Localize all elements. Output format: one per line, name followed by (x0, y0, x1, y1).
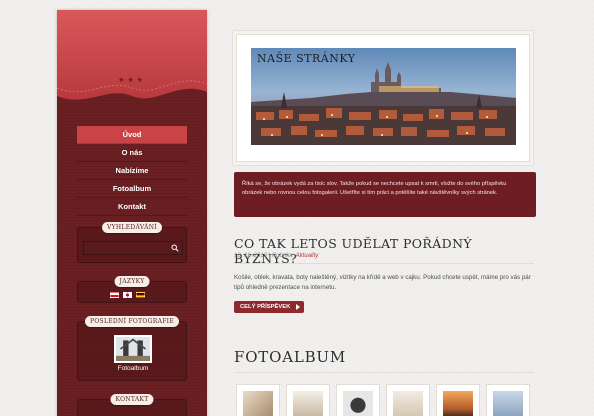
gallery-item[interactable] (436, 384, 480, 416)
latest-photo-caption[interactable]: Fotoalbum (78, 365, 188, 372)
header-banner-frame: NAŠE STRÁNKY (236, 34, 530, 162)
banner-title: NAŠE STRÁNKY (257, 52, 356, 65)
latest-photo-thumbnail[interactable] (114, 335, 152, 363)
post-title[interactable]: CO TAK LETOS UDĚLAT POŘÁDNÝ BYZNYS? (234, 236, 534, 266)
intro-info-box: Říká se, že obrázek vydá za tisíc slov. … (234, 172, 536, 217)
flag-cz-icon[interactable] (110, 292, 119, 298)
nav-item-fotoalbum[interactable]: Fotoalbum (77, 180, 187, 198)
gallery-item[interactable] (386, 384, 430, 416)
languages-widget-title: JAZYKY (114, 276, 150, 287)
gallery-grid (236, 384, 530, 416)
gallery-image (243, 391, 273, 416)
sidebar: ★★★ Úvod O nás Nabízíme Fotoalbum Kontak… (57, 10, 207, 416)
gallery-section-title: FOTOALBUM (234, 348, 347, 366)
nav-item-uvod[interactable]: Úvod (77, 126, 187, 144)
gallery-image (293, 391, 323, 416)
flag-de-icon[interactable] (136, 292, 145, 298)
sidebar-header-wave (57, 10, 207, 100)
gallery-image (443, 391, 473, 416)
post-meta: 12. 11. 2013 | Rubrika: Aktuality (234, 253, 318, 259)
language-flags (110, 292, 145, 298)
gallery-item[interactable] (336, 384, 380, 416)
nav-item-o-nas[interactable]: O nás (77, 144, 187, 162)
search-widget: VYHLEDÁVÁNÍ (77, 222, 187, 263)
search-widget-title: VYHLEDÁVÁNÍ (102, 222, 162, 233)
gallery-divider (234, 372, 534, 373)
gallery-image (493, 391, 523, 416)
post-category-label: | Rubrika: (266, 253, 296, 259)
flag-jp-icon[interactable] (123, 292, 132, 298)
latest-photos-widget: POSLEDNÍ FOTOGRAFIE Fotoalbum (77, 316, 188, 381)
gallery-item[interactable] (286, 384, 330, 416)
contact-widget-title: KONTAKT (110, 394, 154, 405)
gallery-image (343, 391, 373, 416)
read-more-label: CELÝ PŘÍSPĚVEK (240, 304, 291, 310)
decor-stars: ★★★ (118, 76, 146, 84)
gallery-item[interactable] (486, 384, 530, 416)
post-date: 12. 11. 2013 (234, 253, 267, 259)
search-box (83, 241, 183, 260)
languages-widget: JAZYKY (77, 276, 187, 303)
header-banner-image: NAŠE STRÁNKY (251, 48, 516, 145)
nav-item-nabizime[interactable]: Nabízíme (77, 162, 187, 180)
contact-widget: KONTAKT (77, 394, 187, 416)
main-nav: Úvod O nás Nabízíme Fotoalbum Kontakt (77, 126, 187, 216)
post-category-link[interactable]: Aktuality (296, 253, 319, 259)
search-input[interactable] (84, 248, 169, 260)
nav-item-kontakt[interactable]: Kontakt (77, 198, 187, 216)
post-divider (234, 263, 534, 264)
latest-photos-widget-title: POSLEDNÍ FOTOGRAFIE (84, 316, 180, 327)
search-icon[interactable] (171, 244, 179, 252)
arrow-right-icon (296, 304, 301, 310)
read-more-button[interactable]: CELÝ PŘÍSPĚVEK (234, 301, 305, 313)
post-excerpt: Košile, oblek, kravata, boty naleštěný, … (234, 274, 531, 291)
gallery-image (393, 391, 423, 416)
gallery-item[interactable] (236, 384, 280, 416)
